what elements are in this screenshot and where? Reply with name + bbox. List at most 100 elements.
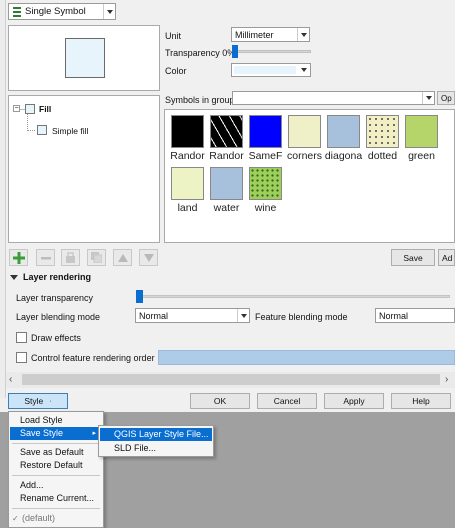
symbol-swatch[interactable] — [405, 115, 438, 148]
unit-label: Unit — [165, 31, 182, 41]
minus-icon — [40, 256, 51, 259]
transparency-slider-handle[interactable] — [232, 45, 238, 58]
color-label: Color — [165, 66, 187, 76]
symbol-swatch-label: dotted — [367, 150, 398, 162]
symbol-swatch[interactable] — [288, 115, 321, 148]
unit-value: Millimeter — [235, 29, 274, 40]
horizontal-scrollbar[interactable]: ‹ › — [6, 372, 455, 388]
scroll-left-icon[interactable]: ‹ — [9, 374, 12, 385]
menu-item-save-style[interactable]: Save Style ▸ — [10, 427, 102, 440]
control-order-label: Control feature rendering order — [31, 353, 155, 363]
left-window-edge — [0, 0, 6, 398]
style-button[interactable]: Style · — [8, 393, 68, 409]
layer-transparency-label: Layer transparency — [16, 293, 94, 303]
apply-button[interactable]: Apply — [324, 393, 384, 409]
feature-blending-label: Feature blending mode — [255, 312, 348, 322]
symbol-preview-swatch — [65, 38, 105, 78]
menu-item-sld-file[interactable]: SLD File... — [100, 442, 212, 455]
lock-layer-button[interactable] — [61, 249, 80, 266]
chevron-down-icon[interactable] — [298, 64, 310, 76]
menu-item-add[interactable]: Add... — [10, 479, 102, 492]
renderer-value: Single Symbol — [25, 6, 86, 17]
menu-item-save-style-label: Save Style — [20, 428, 64, 438]
transparency-label: Transparency 0% — [165, 48, 236, 58]
symbol-swatch-label: land — [177, 202, 198, 214]
symbol-swatch-label: corners — [286, 150, 322, 162]
symbol-swatch[interactable] — [249, 167, 282, 200]
duplicate-layer-button[interactable] — [87, 249, 106, 266]
arrow-down-icon — [143, 253, 154, 262]
help-button[interactable]: Help — [391, 393, 451, 409]
layer-blending-value: Normal — [139, 310, 169, 321]
symbol-layer-tree: − Fill Simple fill — [8, 95, 160, 243]
renderer-icon — [13, 6, 21, 17]
color-button[interactable] — [231, 63, 311, 77]
symbol-swatch[interactable] — [249, 115, 282, 148]
scroll-right-icon[interactable]: › — [445, 374, 448, 385]
feature-blending-select[interactable]: Normal — [375, 308, 455, 323]
symbol-swatch-label: green — [408, 150, 435, 162]
checkmark-icon: ✓ — [12, 514, 19, 523]
menu-item-restore-default[interactable]: Restore Default — [10, 459, 102, 472]
symbol-swatch[interactable] — [366, 115, 399, 148]
menu-item-default-label: (default) — [22, 513, 56, 523]
renderer-select[interactable]: Single Symbol — [8, 3, 116, 20]
lock-icon — [66, 252, 75, 263]
unit-select[interactable]: Millimeter — [231, 27, 310, 42]
menu-item-load-style[interactable]: Load Style — [10, 414, 102, 427]
menu-separator — [12, 475, 100, 476]
control-order-checkbox[interactable] — [16, 352, 27, 363]
layer-blending-label: Layer blending mode — [16, 312, 101, 322]
open-library-button[interactable]: Op — [437, 91, 455, 105]
symbol-swatch[interactable] — [327, 115, 360, 148]
tree-branch-line — [27, 112, 28, 131]
scrollbar-thumb[interactable] — [22, 374, 440, 385]
style-button-label: Style — [24, 396, 44, 406]
symbols-group-label: Symbols in group — [165, 95, 235, 105]
add-symbol-layer-button[interactable] — [9, 249, 28, 266]
menu-item-default[interactable]: ✓ (default) — [10, 512, 102, 525]
rendering-order-field[interactable] — [158, 350, 455, 365]
draw-effects-checkbox[interactable] — [16, 332, 27, 343]
chevron-down-icon[interactable] — [237, 309, 249, 322]
collapse-icon[interactable] — [10, 275, 18, 280]
cancel-button[interactable]: Cancel — [257, 393, 317, 409]
fill-swatch-icon — [25, 104, 35, 114]
symbol-library-panel: Randor Randor SameF corners diagona dotted gre… — [164, 109, 455, 243]
menu-separator — [12, 443, 100, 444]
chevron-down-icon[interactable] — [422, 92, 434, 104]
duplicate-icon — [91, 252, 102, 263]
symbol-group-select[interactable] — [232, 91, 435, 105]
advanced-button[interactable]: Ad — [438, 249, 455, 266]
symbol-swatch[interactable] — [210, 167, 243, 200]
tree-item-fill[interactable]: Fill — [39, 104, 51, 114]
menu-separator — [12, 508, 100, 509]
collapse-icon[interactable]: − — [13, 105, 20, 112]
symbol-swatch-label: water — [213, 202, 240, 214]
symbol-swatch[interactable] — [171, 115, 204, 148]
layer-blending-select[interactable]: Normal — [135, 308, 250, 323]
chevron-down-icon: · — [49, 397, 52, 405]
remove-symbol-layer-button[interactable] — [36, 249, 55, 266]
style-menu: Load Style Save Style ▸ Save as Default … — [8, 411, 104, 528]
symbol-swatch-label: diagona — [324, 150, 363, 162]
tree-item-simple-fill[interactable]: Simple fill — [52, 126, 88, 136]
chevron-down-icon[interactable] — [297, 28, 309, 41]
symbol-swatch[interactable] — [210, 115, 243, 148]
submenu-arrow-icon: ▸ — [92, 430, 96, 437]
ok-button[interactable]: OK — [190, 393, 250, 409]
chevron-down-icon[interactable] — [103, 4, 115, 19]
menu-item-save-default[interactable]: Save as Default — [10, 446, 102, 459]
save-symbol-button[interactable]: Save — [391, 249, 435, 266]
layer-transparency-slider-handle[interactable] — [136, 290, 143, 303]
menu-item-qgis-style-file[interactable]: QGIS Layer Style File... — [100, 428, 212, 441]
menu-item-rename[interactable]: Rename Current... — [10, 492, 102, 505]
layer-rendering-title: Layer rendering — [23, 272, 92, 282]
symbol-swatch-label: Randor — [209, 150, 244, 162]
move-down-button[interactable] — [139, 249, 158, 266]
save-style-submenu: QGIS Layer Style File... SLD File... — [98, 425, 214, 457]
move-up-button[interactable] — [113, 249, 132, 266]
layer-transparency-track — [138, 295, 450, 298]
arrow-up-icon — [117, 253, 128, 262]
symbol-swatch[interactable] — [171, 167, 204, 200]
